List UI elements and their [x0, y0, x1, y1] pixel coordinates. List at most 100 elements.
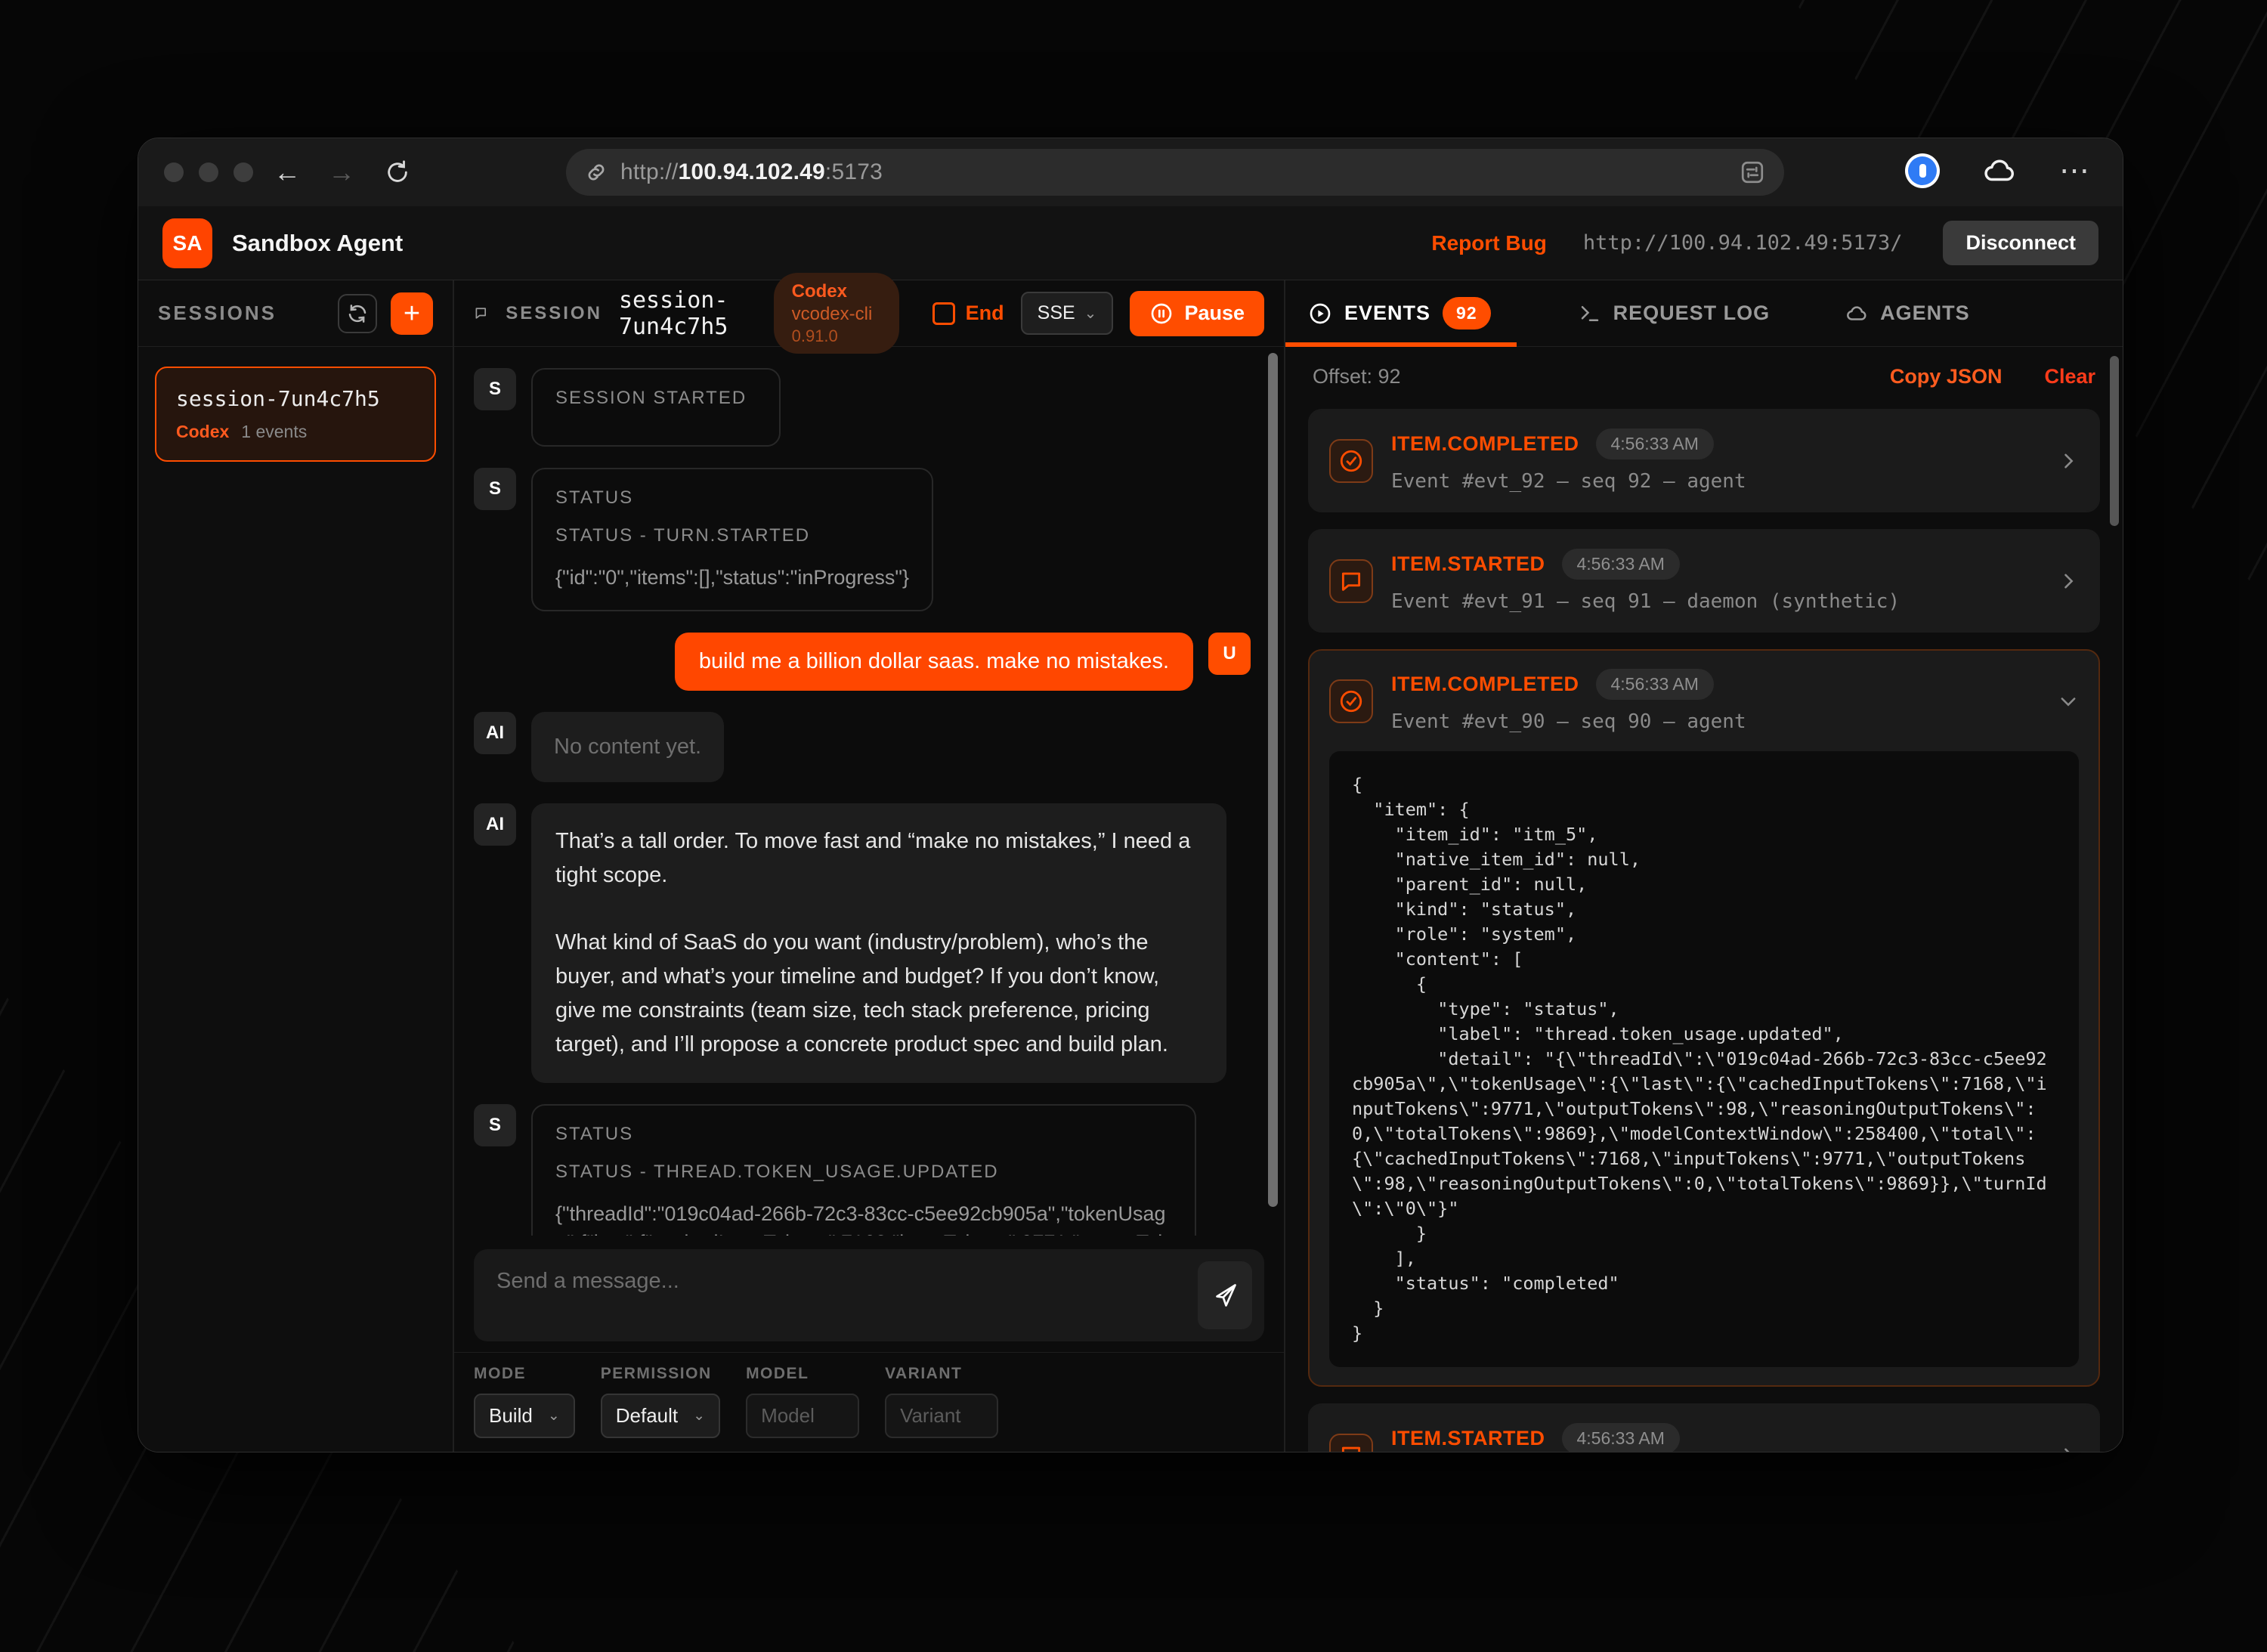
event-time: 4:56:33 AM	[1596, 428, 1714, 459]
event-time: 4:56:33 AM	[1596, 669, 1714, 700]
event-time: 4:56:33 AM	[1562, 549, 1680, 580]
chat-bubble-icon	[1329, 1434, 1373, 1452]
assistant-avatar: AI	[474, 803, 516, 846]
end-session-control[interactable]: End	[932, 302, 1004, 325]
chevron-right-icon[interactable]	[2058, 450, 2079, 472]
events-scrollbar[interactable]	[2110, 356, 2119, 526]
message-title: SESSION STARTED	[555, 388, 756, 409]
chat-scrollbar[interactable]	[1268, 353, 1278, 1207]
reload-icon	[385, 159, 410, 185]
session-header: SESSION session-7un4c7h5 Codex vcodex-cl…	[454, 280, 1284, 347]
sessions-title: SESSIONS	[158, 302, 324, 325]
message-list[interactable]: S SESSION STARTED S STATUS STATUS - TURN…	[454, 347, 1284, 1236]
address-bar[interactable]: http://100.94.102.49:5173	[566, 149, 1784, 196]
end-label: End	[966, 302, 1004, 325]
refresh-icon	[346, 302, 369, 325]
assistant-message: AI No content yet.	[474, 712, 1251, 782]
refresh-sessions-button[interactable]	[338, 294, 377, 333]
new-session-button[interactable]: +	[391, 292, 433, 335]
system-avatar: S	[474, 468, 516, 510]
system-avatar: S	[474, 1104, 516, 1146]
end-checkbox[interactable]	[932, 302, 955, 325]
message-title: STATUS	[555, 1124, 1172, 1145]
play-circle-icon	[1308, 302, 1332, 326]
close-window-button[interactable]	[164, 162, 184, 182]
offset-label: Offset: 92	[1313, 365, 1890, 388]
events-toolbar: Offset: 92 Copy JSON Clear	[1285, 347, 2123, 406]
transport-select[interactable]: SSE⌄	[1021, 292, 1114, 335]
events-panel: EVENTS 92 REQUEST LOG AGENTS Offset: 92 …	[1284, 280, 2123, 1452]
chevron-down-icon: ⌄	[693, 1407, 705, 1425]
minimize-window-button[interactable]	[199, 162, 218, 182]
forward-button[interactable]: →	[321, 152, 362, 193]
model-input[interactable]	[746, 1394, 859, 1438]
chevron-down-icon[interactable]	[2058, 691, 2079, 712]
system-message: S SESSION STARTED	[474, 368, 1251, 447]
password-manager-icon[interactable]	[1905, 153, 1940, 188]
reader-settings-icon[interactable]	[1739, 159, 1766, 186]
disconnect-button[interactable]: Disconnect	[1943, 221, 2098, 265]
event-card[interactable]: ITEM.STARTED 4:56:33 AM Event #evt_89 – …	[1308, 1403, 2100, 1452]
event-time: 4:56:33 AM	[1562, 1423, 1680, 1452]
event-card[interactable]: ITEM.STARTED 4:56:33 AM Event #evt_91 – …	[1308, 529, 2100, 633]
message-json: {"id":"0","items":[],"status":"inProgres…	[555, 563, 909, 592]
session-list-item[interactable]: session-7un4c7h5 Codex 1 events	[155, 367, 436, 462]
app-header: SA Sandbox Agent Report Bug http://100.9…	[138, 206, 2123, 280]
assistant-message-text: No content yet.	[531, 712, 724, 782]
window-traffic-lights[interactable]	[164, 162, 253, 182]
variant-label: VARIANT	[885, 1365, 998, 1383]
user-avatar: U	[1208, 633, 1251, 675]
composer-controls: MODE Build⌄ PERMISSION Default⌄ MODEL VA…	[454, 1352, 1284, 1452]
events-count-badge: 92	[1443, 297, 1491, 329]
assistant-message-text: That’s a tall order. To move fast and “m…	[531, 803, 1226, 1083]
send-button[interactable]	[1198, 1261, 1252, 1329]
assistant-message: AI That’s a tall order. To move fast and…	[474, 803, 1251, 1083]
report-bug-link[interactable]: Report Bug	[1431, 231, 1546, 255]
chevron-down-icon: ⌄	[1084, 304, 1097, 323]
user-message: build me a billion dollar saas. make no …	[474, 633, 1251, 691]
event-list[interactable]: ITEM.COMPLETED 4:56:33 AM Event #evt_92 …	[1285, 406, 2123, 1452]
check-circle-icon	[1329, 679, 1373, 723]
pause-button[interactable]: Pause	[1130, 291, 1264, 336]
pause-icon	[1149, 302, 1174, 326]
browser-menu-icon[interactable]: ⋯	[2059, 153, 2092, 188]
permission-label: PERMISSION	[601, 1365, 720, 1383]
tab-agents[interactable]: AGENTS	[1832, 280, 1984, 346]
reload-button[interactable]	[377, 152, 418, 193]
copy-json-link[interactable]: Copy JSON	[1890, 365, 2003, 388]
system-message: S STATUS STATUS - TURN.STARTED {"id":"0"…	[474, 468, 1251, 611]
check-circle-icon	[1329, 439, 1373, 483]
chevron-right-icon[interactable]	[2058, 1445, 2079, 1452]
event-type: ITEM.COMPLETED	[1391, 432, 1579, 456]
session-agent-label: Codex	[176, 422, 229, 442]
event-card-expanded[interactable]: ITEM.COMPLETED 4:56:33 AM Event #evt_90 …	[1308, 649, 2100, 1387]
chevron-right-icon[interactable]	[2058, 571, 2079, 592]
message-title: STATUS	[555, 487, 909, 509]
maximize-window-button[interactable]	[234, 162, 253, 182]
session-id: session-7un4c7h5	[619, 287, 757, 340]
app-title: Sandbox Agent	[232, 230, 403, 257]
session-name: session-7un4c7h5	[176, 386, 415, 411]
browser-window: ← → http://100.94.102.49:5173 ⋯ SA Sandb…	[138, 138, 2123, 1452]
message-json: {"threadId":"019c04ad-266b-72c3-83cc-c5e…	[555, 1199, 1172, 1236]
send-icon	[1211, 1282, 1239, 1309]
chat-bubble-icon	[474, 302, 489, 326]
system-message: S STATUS STATUS - THREAD.TOKEN_USAGE.UPD…	[474, 1104, 1251, 1236]
link-icon	[584, 160, 608, 184]
session-column: SESSION session-7un4c7h5 Codex vcodex-cl…	[454, 280, 1284, 1452]
event-card[interactable]: ITEM.COMPLETED 4:56:33 AM Event #evt_92 …	[1308, 409, 2100, 512]
event-type: ITEM.STARTED	[1391, 1427, 1545, 1450]
composer	[454, 1236, 1284, 1352]
clear-link[interactable]: Clear	[2044, 365, 2095, 388]
variant-input[interactable]	[885, 1394, 998, 1438]
event-json-payload: { "item": { "item_id": "itm_5", "native_…	[1329, 751, 2079, 1367]
permission-select[interactable]: Default⌄	[601, 1394, 720, 1438]
back-button[interactable]: ←	[267, 152, 308, 193]
message-input[interactable]	[474, 1249, 1264, 1341]
event-meta: Event #evt_91 – seq 91 – daemon (synthet…	[1391, 590, 2040, 613]
tab-request-log[interactable]: REQUEST LOG	[1565, 280, 1784, 346]
cloud-sync-icon[interactable]	[1982, 153, 2017, 188]
tab-events[interactable]: EVENTS 92	[1285, 280, 1517, 346]
user-message-text: build me a billion dollar saas. make no …	[675, 633, 1193, 691]
mode-select[interactable]: Build⌄	[474, 1394, 575, 1438]
